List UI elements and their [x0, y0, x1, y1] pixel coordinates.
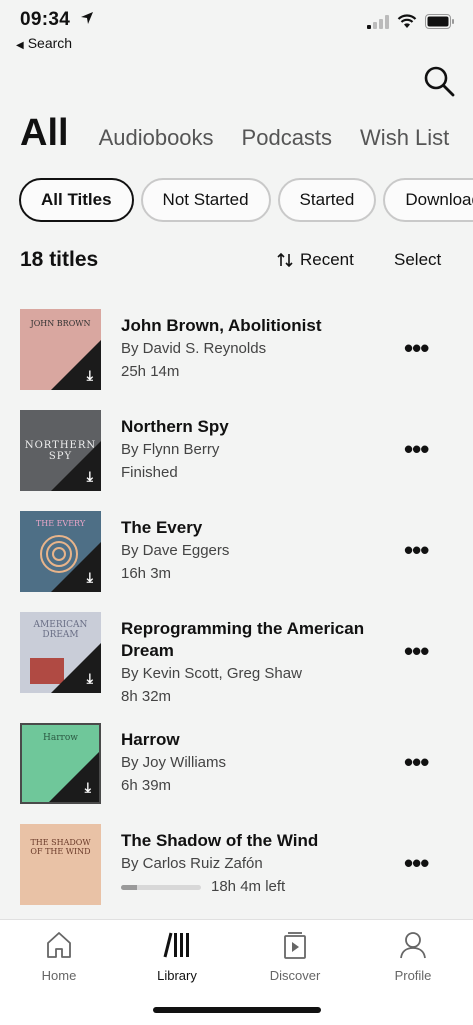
book-title: The Every [121, 518, 203, 537]
cover-image: THE SHADOW OF THE WIND [20, 824, 101, 905]
book-title: Harrow [121, 730, 180, 749]
more-options-icon[interactable]: ••• [404, 537, 429, 563]
download-badge [51, 542, 101, 592]
tabbar-home[interactable]: Home [0, 928, 118, 983]
download-badge [51, 643, 101, 693]
downloaded-icon: ⤓ [84, 779, 91, 795]
book-author: By Joy Williams [121, 754, 227, 771]
book-duration: 16h 3m [121, 565, 172, 582]
filter-not-started[interactable]: Not Started [140, 178, 271, 222]
status-time: 09:34 [20, 9, 71, 30]
cover-image: Harrow ⤓ [20, 723, 101, 804]
listening-progress-bar [121, 884, 201, 890]
book-duration: 25h 14m [121, 363, 180, 380]
book-author: By Flynn Berry [121, 441, 220, 458]
back-to-search-link[interactable]: ◀ Search [16, 35, 72, 51]
cellular-signal-icon [367, 14, 389, 29]
library-tabs: All Audiobooks Podcasts Wish List [20, 112, 473, 162]
downloaded-icon: ⤓ [86, 468, 93, 484]
time-left: 18h 4m left [211, 878, 286, 895]
filter-downloaded[interactable]: Downloaded [383, 178, 473, 222]
back-search-label: Search [27, 35, 73, 51]
cover-title-text: JOHN BROWN [30, 319, 91, 328]
search-button[interactable] [422, 64, 456, 98]
tabbar-discover[interactable]: Discover [236, 928, 354, 983]
download-badge [51, 441, 101, 491]
book-title: Reprogramming the American Dream [121, 619, 365, 660]
cover-title-text: THE EVERY [35, 519, 86, 528]
search-icon [424, 66, 455, 97]
book-title: John Brown, Abolitionist [121, 316, 322, 335]
library-icon [163, 932, 189, 958]
tabbar-discover-label: Discover [269, 968, 321, 983]
select-button[interactable]: Select [394, 250, 441, 270]
tabbar-library-label: Library [157, 968, 197, 983]
status-bar: 09:34 ◀ Search [0, 0, 473, 56]
more-options-icon[interactable]: ••• [404, 335, 429, 361]
cover-image: NORTHERN SPY ⤓ [20, 410, 101, 491]
list-item[interactable]: Harrow ⤓ Harrow By Joy Williams 6h 39m •… [0, 714, 473, 815]
tabbar-home-label: Home [41, 968, 77, 983]
tabbar-library[interactable]: Library [118, 928, 236, 983]
book-author: By Kevin Scott, Greg Shaw [121, 665, 302, 682]
cover-image: AMERICAN DREAM ⤓ [20, 612, 101, 693]
battery-icon [425, 14, 454, 29]
book-title: Northern Spy [121, 417, 229, 436]
book-progress-row: 18h 4m left [121, 875, 391, 899]
more-options-icon[interactable]: ••• [404, 749, 429, 775]
download-badge [51, 340, 101, 390]
list-item[interactable]: AMERICAN DREAM ⤓ Reprogramming the Ameri… [0, 603, 473, 705]
location-arrow-icon [80, 11, 94, 30]
tabbar-profile-label: Profile [394, 968, 432, 983]
more-options-icon[interactable]: ••• [404, 436, 429, 462]
wifi-icon [397, 14, 417, 28]
discover-icon [284, 932, 306, 959]
title-list: JOHN BROWN ⤓ John Brown, Abolitionist By… [0, 300, 473, 916]
sort-icon [277, 252, 293, 268]
cover-image: JOHN BROWN ⤓ [20, 309, 101, 390]
profile-icon [400, 932, 426, 959]
cover-art [20, 824, 101, 905]
cover-title-text: THE SHADOW OF THE WIND [30, 838, 91, 856]
cover-title-text: AMERICAN DREAM [33, 620, 88, 640]
cover-image: THE EVERY ⤓ [20, 511, 101, 592]
list-item[interactable]: THE EVERY ⤓ The Every By Dave Eggers 16h… [0, 502, 473, 603]
book-author: By David S. Reynolds [121, 340, 267, 357]
list-item[interactable]: JOHN BROWN ⤓ John Brown, Abolitionist By… [0, 300, 473, 401]
more-options-icon[interactable]: ••• [404, 850, 429, 876]
home-indicator [153, 1007, 321, 1013]
cover-title-text: Harrow [43, 733, 78, 743]
back-arrow-icon: ◀ [16, 40, 24, 51]
tabbar-profile[interactable]: Profile [354, 928, 472, 983]
list-item[interactable]: THE SHADOW OF THE WIND The Shadow of the… [0, 815, 473, 916]
book-status: Finished [121, 464, 178, 481]
list-item[interactable]: NORTHERN SPY ⤓ Northern Spy By Flynn Ber… [0, 401, 473, 502]
filter-all-titles[interactable]: All Titles [19, 178, 134, 222]
tab-all[interactable]: All [20, 112, 69, 155]
more-options-icon[interactable]: ••• [404, 638, 429, 664]
book-author: By Dave Eggers [121, 542, 230, 559]
filter-started[interactable]: Started [277, 178, 377, 222]
progress-fill [121, 884, 137, 890]
downloaded-icon: ⤓ [86, 569, 93, 585]
downloaded-icon: ⤓ [86, 670, 93, 686]
tab-audiobooks[interactable]: Audiobooks [99, 125, 214, 151]
book-duration: 6h 39m [121, 777, 172, 794]
book-author: By Carlos Ruiz Zafón [121, 855, 263, 872]
sort-button[interactable]: Recent [276, 250, 354, 270]
tab-wish-list[interactable]: Wish List [360, 125, 449, 151]
filter-chips: All TitlesNot StartedStartedDownloaded [19, 178, 473, 224]
status-icons [367, 14, 455, 29]
titles-count: 18 titles [20, 248, 99, 271]
home-icon [47, 932, 71, 958]
download-badge [49, 752, 99, 802]
book-title: The Shadow of the Wind [121, 831, 319, 850]
sort-label: Recent [300, 250, 354, 269]
downloaded-icon: ⤓ [86, 367, 93, 383]
tab-podcasts[interactable]: Podcasts [242, 125, 333, 151]
book-duration: 8h 32m [121, 688, 172, 705]
